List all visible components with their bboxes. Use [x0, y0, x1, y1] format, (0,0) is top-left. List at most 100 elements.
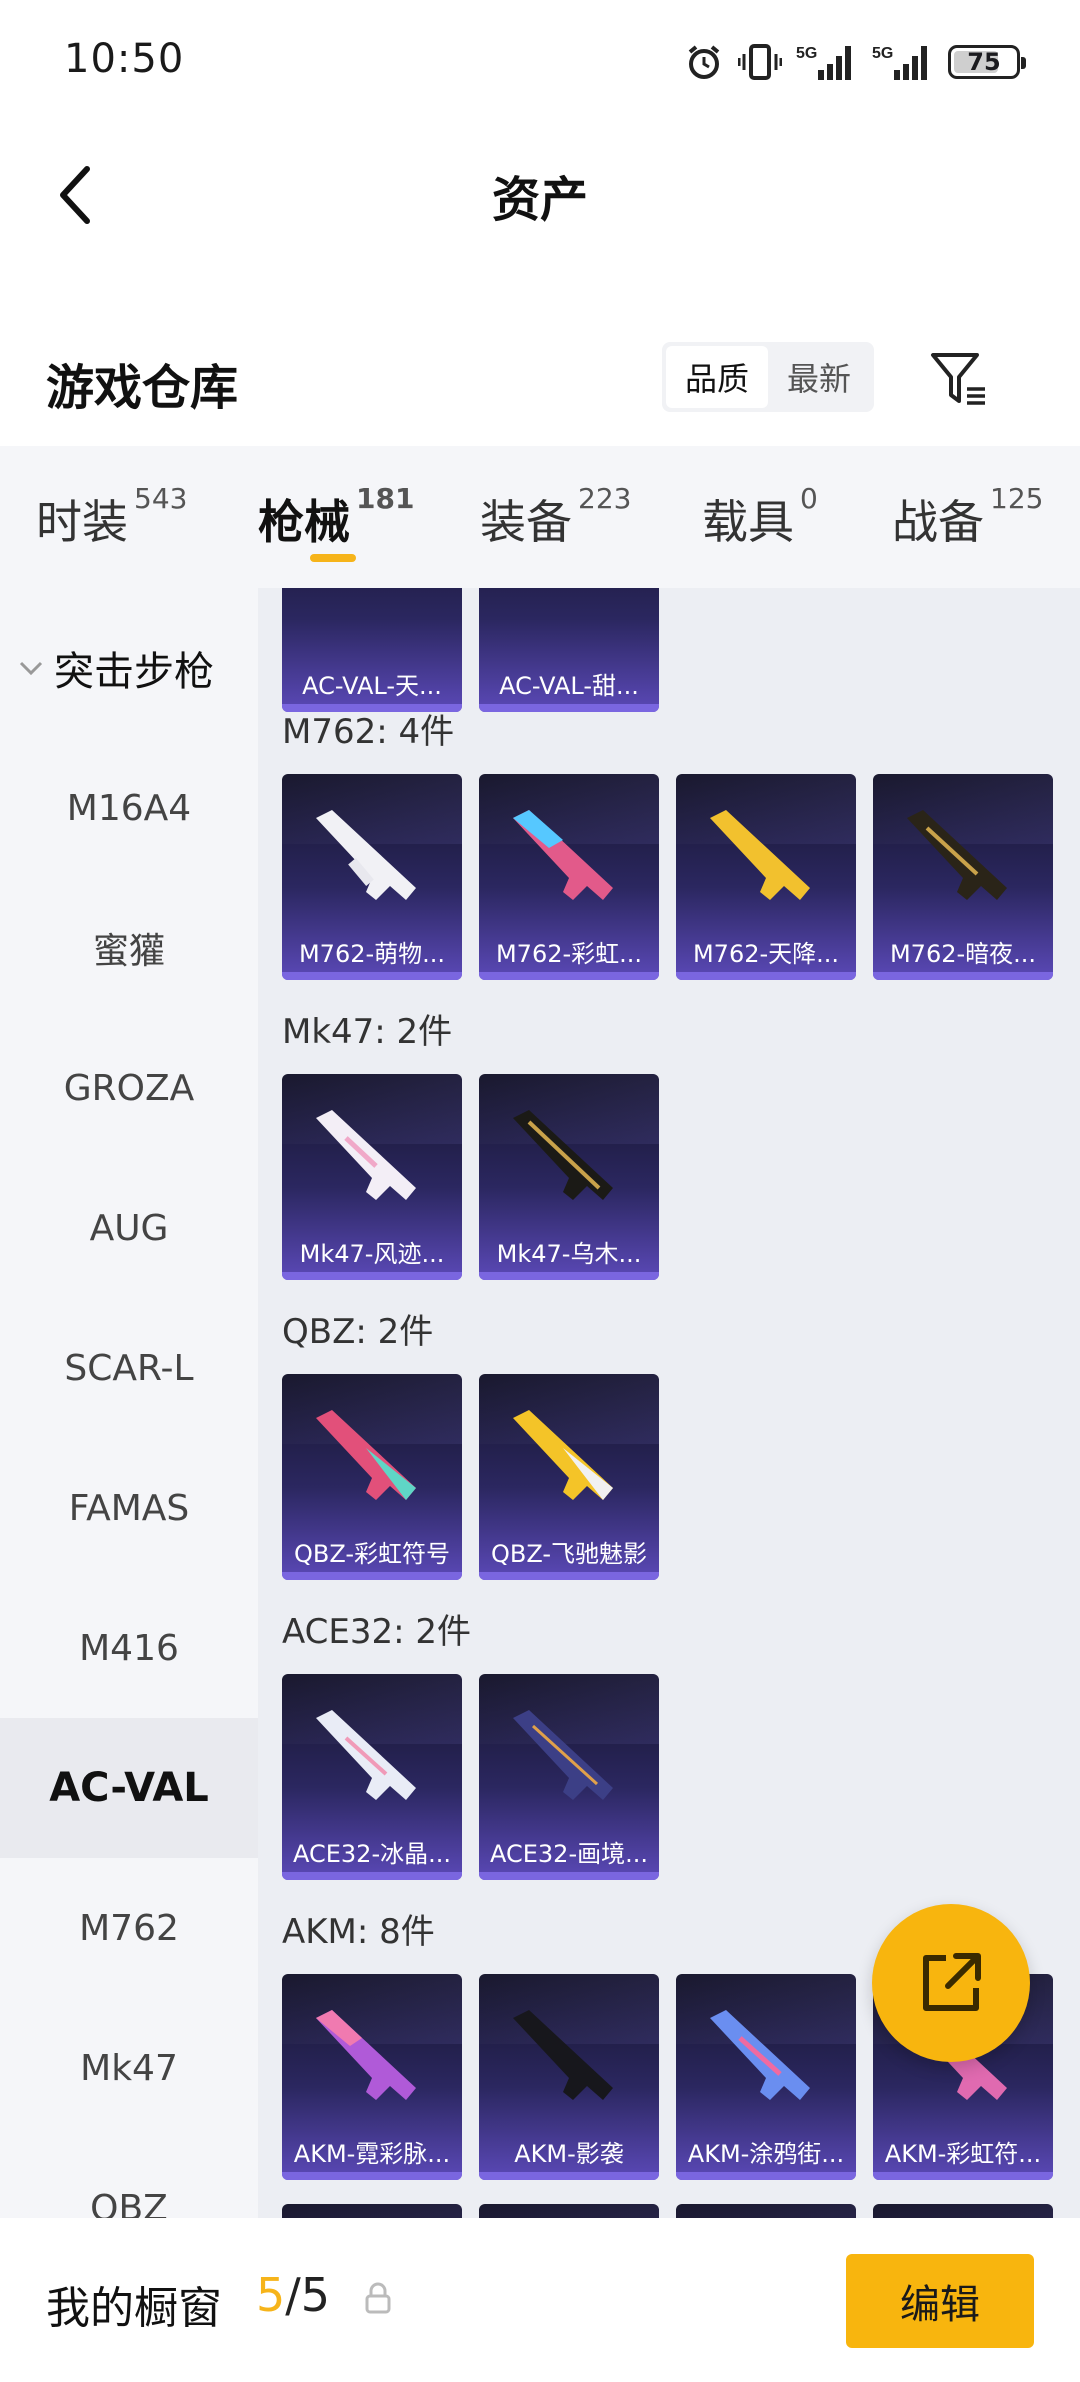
- sidebar-item-scar-l[interactable]: SCAR-L: [0, 1298, 258, 1438]
- card-bar: [873, 972, 1053, 980]
- tab-count: 543: [134, 482, 188, 515]
- battery-icon: 75: [948, 45, 1026, 79]
- rifle-icon: [316, 1410, 416, 1500]
- active-tab-indicator: [310, 554, 356, 562]
- skin-name: M762-萌物...: [298, 939, 446, 968]
- rifle-icon: [316, 1710, 416, 1800]
- skin-name: QBZ-彩虹符号: [293, 1539, 451, 1568]
- share-button[interactable]: [872, 1904, 1030, 2062]
- card-bar: [282, 1272, 462, 1280]
- skin-name: M762-暗夜...: [889, 939, 1037, 968]
- skin-card[interactable]: AC-VAL-天...: [282, 588, 462, 712]
- card-bar: [676, 972, 856, 980]
- tab-label: 枪械: [258, 495, 350, 549]
- card-bar: [282, 1872, 462, 1880]
- skin-card[interactable]: QBZ-飞驰魅影: [479, 1374, 659, 1580]
- card-bar: [479, 1272, 659, 1280]
- signal-5g-icon-2: 5G: [872, 45, 927, 80]
- tab-count: 181: [356, 482, 415, 515]
- showcase-bar: 我的橱窗 5/5 编辑: [0, 2218, 1080, 2382]
- sidebar-item-ac-val[interactable]: AC-VAL: [0, 1718, 258, 1858]
- tab-label: 战备: [892, 495, 984, 549]
- skin-card[interactable]: QBZ-彩虹符号: [282, 1374, 462, 1580]
- skin-card[interactable]: Mk47-风迹...: [282, 1074, 462, 1280]
- chevron-down-icon: [19, 661, 43, 676]
- skin-card[interactable]: ACE32-画境...: [479, 1674, 659, 1880]
- rifle-icon: [513, 1710, 613, 1800]
- showcase-count-separator: /: [285, 2268, 301, 2322]
- category-tabs: 时装 543 枪械 181 装备 223 载具 0 战备 125: [0, 446, 1080, 588]
- skin-card[interactable]: AC-VAL-甜...: [479, 588, 659, 712]
- edit-button[interactable]: 编辑: [846, 2254, 1034, 2348]
- tab-label: 时装: [36, 495, 128, 549]
- card-bar: [282, 972, 462, 980]
- rifle-icon: [513, 2010, 613, 2100]
- sort-option-quality[interactable]: 品质: [666, 346, 768, 408]
- tab-weapons[interactable]: 枪械 181: [258, 482, 414, 552]
- tab-supplies[interactable]: 战备 125: [892, 482, 1043, 552]
- sidebar-item-groza[interactable]: GROZA: [0, 1018, 258, 1158]
- skin-card[interactable]: [282, 2204, 462, 2218]
- tab-label: 装备: [480, 495, 572, 549]
- sidebar-item-aug[interactable]: AUG: [0, 1158, 258, 1298]
- sidebar-group-label: 突击步枪: [54, 649, 214, 695]
- skin-card[interactable]: [873, 2204, 1053, 2218]
- sort-option-newest[interactable]: 最新: [768, 346, 870, 408]
- skin-name: AKM-影袭: [514, 2139, 624, 2168]
- svg-text:5G: 5G: [796, 45, 817, 62]
- rifle-icon: [316, 810, 416, 900]
- skin-name: Mk47-风迹...: [299, 1239, 445, 1268]
- tab-fashion[interactable]: 时装 543: [36, 482, 187, 552]
- sidebar-item-mk47[interactable]: Mk47: [0, 1998, 258, 2138]
- skin-card[interactable]: [479, 2204, 659, 2218]
- skin-card[interactable]: AKM-霓彩脉...: [282, 1974, 462, 2180]
- card-bar: [479, 2172, 659, 2180]
- skin-name: QBZ-飞驰魅影: [490, 1539, 648, 1568]
- sidebar-item-qbz[interactable]: QBZ: [0, 2138, 258, 2219]
- sidebar-item-famas[interactable]: FAMAS: [0, 1438, 258, 1578]
- skin-card[interactable]: M762-暗夜...: [873, 774, 1053, 980]
- skin-name: AC-VAL-甜...: [499, 671, 639, 700]
- group-label-akm: AKM: 8件: [282, 1912, 435, 1952]
- rifle-icon: [710, 810, 810, 900]
- warehouse-header: 游戏仓库 品质 最新: [0, 330, 1080, 426]
- skin-card[interactable]: M762-萌物...: [282, 774, 462, 980]
- group-label-mk47: Mk47: 2件: [282, 1012, 453, 1052]
- sidebar-item-m416[interactable]: M416: [0, 1578, 258, 1718]
- skin-card[interactable]: Mk47-乌木...: [479, 1074, 659, 1280]
- tab-vehicles[interactable]: 载具 0: [702, 482, 818, 552]
- card-bar: [479, 972, 659, 980]
- group-label-qbz: QBZ: 2件: [282, 1312, 434, 1352]
- rifle-icon: [513, 1110, 613, 1200]
- skin-name: M762-彩虹...: [495, 939, 643, 968]
- weapon-sidebar: 突击步枪 M16A4 蜜獾 GROZA AUG SCAR-L FAMAS M41…: [0, 588, 258, 2218]
- skin-card[interactable]: AKM-涂鸦街...: [676, 1974, 856, 2180]
- filter-button[interactable]: [924, 344, 994, 414]
- showcase-count-total: 5: [300, 2268, 331, 2322]
- skin-card[interactable]: ACE32-冰晶...: [282, 1674, 462, 1880]
- sidebar-item-honey-badger[interactable]: 蜜獾: [0, 878, 258, 1018]
- skin-name: AKM-涂鸦街...: [687, 2139, 845, 2168]
- tab-equipment[interactable]: 装备 223: [480, 482, 631, 552]
- showcase-title: 我的橱窗: [46, 2283, 222, 2334]
- page-title: 资产: [491, 172, 588, 228]
- rifle-icon: [513, 810, 613, 900]
- card-bar: [873, 2172, 1053, 2180]
- skin-name: Mk47-乌木...: [496, 1239, 642, 1268]
- skin-card[interactable]: M762-彩虹...: [479, 774, 659, 980]
- skin-card[interactable]: AKM-影袭: [479, 1974, 659, 2180]
- skin-card[interactable]: [676, 2204, 856, 2218]
- sidebar-item-m16a4[interactable]: M16A4: [0, 738, 258, 878]
- group-label-ace32: ACE32: 2件: [282, 1612, 472, 1652]
- tab-count: 125: [990, 482, 1044, 515]
- status-icons: 5G 5G 75: [684, 40, 1026, 84]
- signal-5g-icon-1: 5G: [796, 45, 851, 80]
- sidebar-item-m762[interactable]: M762: [0, 1858, 258, 1998]
- status-bar: 10:50 5G 5G 75: [0, 0, 1080, 130]
- rifle-icon: [316, 2010, 416, 2100]
- skin-name: ACE32-画境...: [489, 1839, 648, 1868]
- sort-toggle: 品质 最新: [662, 342, 874, 412]
- skin-card[interactable]: M762-天降...: [676, 774, 856, 980]
- sidebar-group-assault-rifles[interactable]: 突击步枪: [0, 598, 258, 738]
- status-time: 10:50: [64, 36, 185, 82]
